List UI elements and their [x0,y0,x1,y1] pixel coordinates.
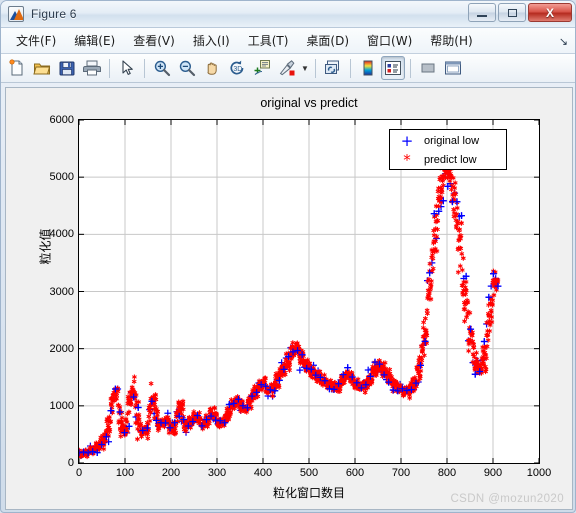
menu-help[interactable]: 帮助(H) [421,29,481,52]
minimize-button[interactable] [468,3,496,22]
y-tick-label: 2000 [49,342,74,355]
x-tick-label: 700 [391,467,411,479]
y-tick-label: 6000 [49,114,74,126]
y-tick-label: 4000 [49,228,74,241]
figure-canvas: original vs predict 粒化值 粒化窗口数目 0 1000 2000… [5,87,573,510]
legend-label-original: original low [424,135,480,147]
legend-icon[interactable] [381,56,405,80]
brush-dropdown-arrow[interactable]: ▼ [300,64,310,73]
matlab-figure-window: Figure 6 X 文件(F) 编辑(E) 查看(V) 插入(I) 工具(T)… [0,0,576,513]
data-cursor-icon[interactable] [250,56,274,80]
series-original-low [79,170,502,459]
menu-tools[interactable]: 工具(T) [239,29,298,52]
figure-toolbar: 3D ▼ [1,54,575,83]
x-tick-label: 600 [345,467,365,479]
menu-overflow-icon[interactable]: ↘ [559,35,568,48]
series-predict-low [79,155,501,460]
scatter-plot [79,120,539,463]
toolbar-separator [410,58,411,78]
menu-file[interactable]: 文件(F) [7,29,65,52]
legend-entry-original: + original low [390,131,506,151]
brush-icon[interactable] [275,56,299,80]
hide-plot-tools-icon[interactable] [416,56,440,80]
x-axis-ticks: 0 100 200 300 400 500 600 700 800 900 1000 [76,467,551,485]
menu-bar: 文件(F) 编辑(E) 查看(V) 插入(I) 工具(T) 桌面(D) 窗口(W… [1,28,575,54]
x-tick-label: 0 [75,467,83,479]
window-controls: X [468,3,572,22]
print-figure-icon[interactable] [80,56,104,80]
x-tick-label: 500 [299,467,319,479]
x-tick-label: 100 [115,467,135,479]
x-tick-label: 300 [207,467,227,479]
zoom-in-icon[interactable] [150,56,174,80]
toolbar-separator [144,58,145,78]
close-button[interactable]: X [528,3,572,22]
window-title: Figure 6 [31,7,77,21]
show-plot-tools-icon[interactable] [441,56,465,80]
x-tick-label: 200 [161,467,181,479]
y-tick-label: 5000 [49,171,74,184]
menu-view[interactable]: 查看(V) [124,29,184,52]
y-tick-label: 1000 [49,399,74,412]
legend-marker-asterisk-icon: * [403,150,411,169]
colorbar-icon[interactable] [356,56,380,80]
pointer-icon[interactable] [115,56,139,80]
rotate-3d-icon[interactable]: 3D [225,56,249,80]
maximize-button[interactable] [498,3,526,22]
menu-edit[interactable]: 编辑(E) [65,29,124,52]
save-figure-icon[interactable] [55,56,79,80]
menu-window[interactable]: 窗口(W) [358,29,421,52]
menu-desktop[interactable]: 桌面(D) [297,29,358,52]
zoom-out-icon[interactable] [175,56,199,80]
x-tick-label: 800 [437,467,457,479]
svg-text:3D: 3D [233,66,242,73]
open-file-icon[interactable] [30,56,54,80]
legend-marker-plus-icon: + [400,131,414,150]
y-axis-ticks: 0 1000 2000 3000 4000 5000 6000 [26,114,74,469]
toolbar-separator [315,58,316,78]
menu-insert[interactable]: 插入(I) [184,29,239,52]
pan-icon[interactable] [200,56,224,80]
x-tick-label: 1000 [526,467,552,479]
y-tick-label: 3000 [49,285,74,298]
watermark: CSDN @mozun2020 [450,493,564,505]
toolbar-separator [109,58,110,78]
x-tick-label: 400 [253,467,273,479]
new-figure-icon[interactable] [5,56,29,80]
link-plot-icon[interactable] [321,56,345,80]
series-original-low-overlay [79,183,502,457]
chart-legend[interactable]: + original low * predict low [389,129,507,170]
title-bar: Figure 6 X [1,1,575,28]
toolbar-separator [350,58,351,78]
matlab-membrane-icon [8,6,24,22]
legend-label-predict: predict low [424,154,477,166]
chart-title: original vs predict [260,96,358,110]
x-tick-label: 900 [483,467,503,479]
legend-entry-predict: * predict low [390,150,506,170]
plot-area[interactable]: + original low * predict low [78,119,540,464]
